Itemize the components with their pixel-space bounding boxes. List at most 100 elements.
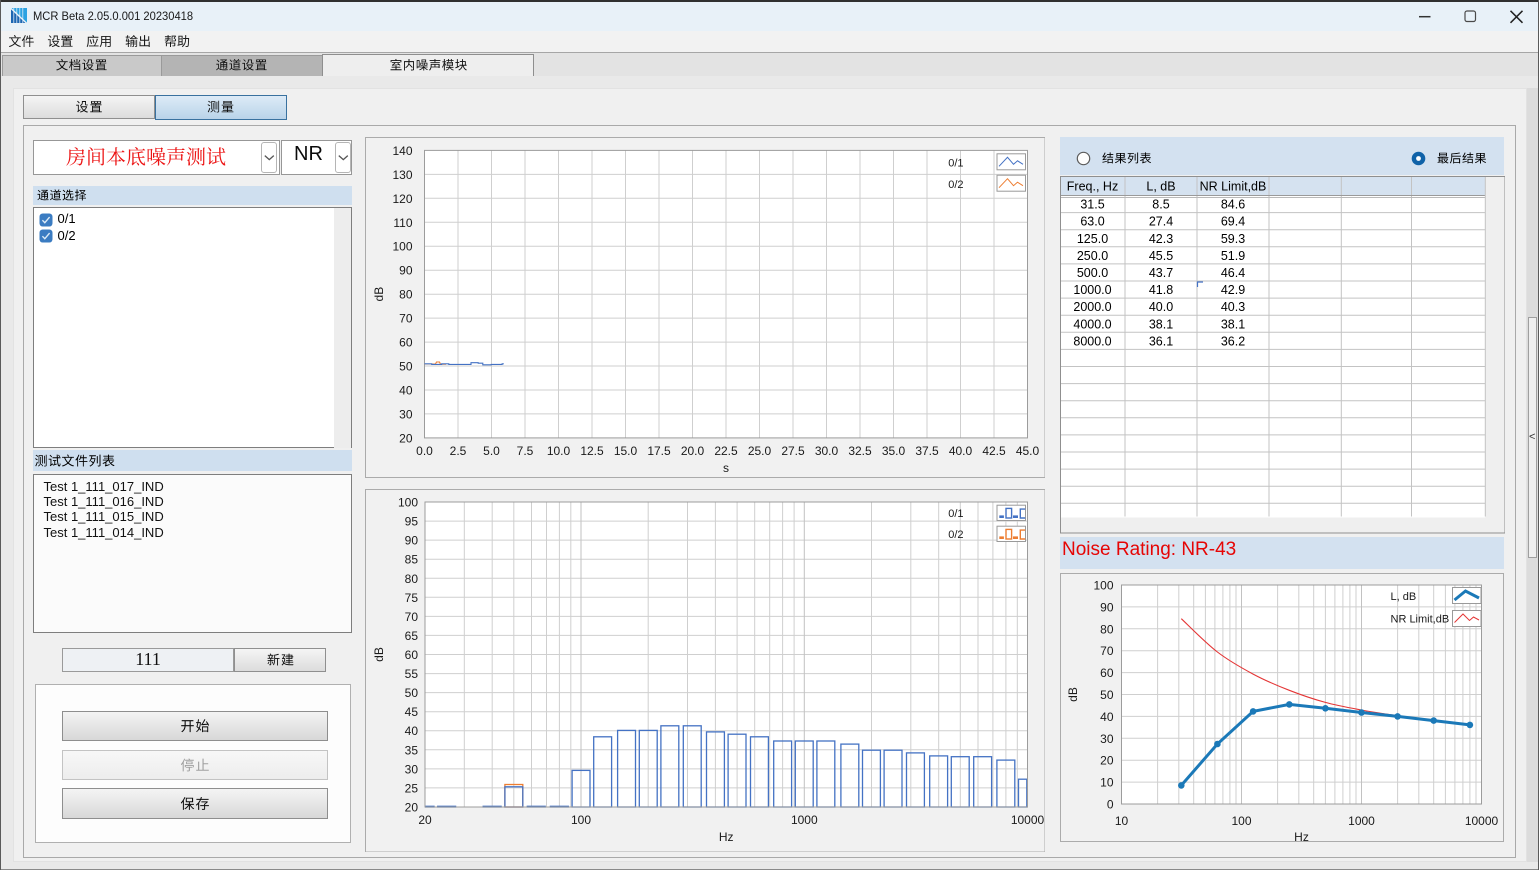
svg-text:10000: 10000 bbox=[1010, 813, 1044, 827]
svg-text:35: 35 bbox=[404, 743, 418, 757]
svg-text:Hz: Hz bbox=[1294, 830, 1309, 842]
svg-text:65: 65 bbox=[404, 628, 418, 642]
svg-text:50: 50 bbox=[404, 686, 418, 700]
svg-text:1000.0: 1000.0 bbox=[1073, 283, 1111, 297]
svg-text:60: 60 bbox=[1100, 666, 1114, 680]
svg-text:40: 40 bbox=[404, 724, 418, 738]
svg-text:1000: 1000 bbox=[790, 813, 817, 827]
svg-text:55: 55 bbox=[404, 667, 418, 681]
svg-text:37.5: 37.5 bbox=[915, 443, 939, 457]
svg-text:30: 30 bbox=[1100, 731, 1114, 745]
svg-text:35.0: 35.0 bbox=[881, 443, 905, 457]
svg-text:75: 75 bbox=[404, 590, 418, 604]
svg-text:40.0: 40.0 bbox=[1148, 300, 1172, 314]
svg-text:15.0: 15.0 bbox=[613, 443, 637, 457]
svg-text:27.4: 27.4 bbox=[1148, 215, 1172, 229]
svg-text:17.5: 17.5 bbox=[647, 443, 671, 457]
svg-text:31.5: 31.5 bbox=[1080, 198, 1104, 212]
svg-text:90: 90 bbox=[404, 533, 418, 547]
svg-text:L, dB: L, dB bbox=[1390, 591, 1416, 603]
svg-text:Freq., Hz: Freq., Hz bbox=[1066, 180, 1117, 194]
svg-text:36.1: 36.1 bbox=[1148, 334, 1172, 348]
svg-text:100: 100 bbox=[1231, 814, 1251, 828]
svg-text:22.5: 22.5 bbox=[714, 443, 738, 457]
svg-text:8000.0: 8000.0 bbox=[1073, 334, 1111, 348]
svg-text:20.0: 20.0 bbox=[680, 443, 704, 457]
svg-text:125.0: 125.0 bbox=[1076, 232, 1107, 246]
svg-text:dB: dB bbox=[1066, 687, 1080, 702]
svg-text:70: 70 bbox=[404, 609, 418, 623]
svg-text:dB: dB bbox=[372, 286, 386, 301]
svg-text:Hz: Hz bbox=[718, 830, 733, 844]
svg-text:10: 10 bbox=[1100, 775, 1114, 789]
svg-text:40.3: 40.3 bbox=[1220, 300, 1244, 314]
svg-text:120: 120 bbox=[392, 191, 412, 205]
svg-text:dB: dB bbox=[372, 647, 386, 662]
svg-text:110: 110 bbox=[393, 215, 412, 229]
svg-text:7.5: 7.5 bbox=[516, 443, 533, 457]
svg-text:4000.0: 4000.0 bbox=[1073, 317, 1111, 331]
svg-text:40: 40 bbox=[1100, 709, 1114, 723]
svg-text:45.0: 45.0 bbox=[1015, 443, 1039, 457]
svg-text:100: 100 bbox=[397, 495, 417, 509]
svg-text:NR Limit,dB: NR Limit,dB bbox=[1390, 613, 1449, 625]
svg-text:0/2: 0/2 bbox=[948, 178, 963, 190]
svg-text:5.0: 5.0 bbox=[483, 443, 500, 457]
svg-text:10.0: 10.0 bbox=[546, 443, 570, 457]
svg-text:0/1: 0/1 bbox=[948, 157, 963, 169]
svg-text:63.0: 63.0 bbox=[1080, 215, 1104, 229]
svg-text:70: 70 bbox=[1100, 644, 1114, 658]
svg-text:95: 95 bbox=[404, 514, 418, 528]
svg-text:43.7: 43.7 bbox=[1148, 266, 1172, 280]
svg-text:41.8: 41.8 bbox=[1148, 283, 1172, 297]
svg-text:0.0: 0.0 bbox=[416, 443, 433, 457]
svg-text:30.0: 30.0 bbox=[814, 443, 838, 457]
svg-text:69.4: 69.4 bbox=[1220, 215, 1244, 229]
svg-text:50: 50 bbox=[1100, 688, 1114, 702]
svg-text:100: 100 bbox=[570, 813, 590, 827]
svg-text:42.5: 42.5 bbox=[982, 443, 1006, 457]
svg-text:s: s bbox=[723, 460, 729, 474]
svg-text:20: 20 bbox=[404, 800, 418, 814]
svg-text:40: 40 bbox=[399, 383, 413, 397]
svg-text:20: 20 bbox=[399, 431, 413, 445]
svg-text:L, dB: L, dB bbox=[1146, 180, 1175, 194]
svg-text:0/1: 0/1 bbox=[948, 508, 963, 520]
svg-text:45: 45 bbox=[404, 705, 418, 719]
svg-text:100: 100 bbox=[1093, 578, 1113, 592]
svg-text:25.0: 25.0 bbox=[747, 443, 771, 457]
svg-text:30: 30 bbox=[404, 762, 418, 776]
svg-text:10: 10 bbox=[1114, 814, 1128, 828]
svg-text:80: 80 bbox=[404, 571, 418, 585]
svg-text:84.6: 84.6 bbox=[1220, 198, 1244, 212]
svg-text:60: 60 bbox=[399, 335, 413, 349]
svg-text:90: 90 bbox=[1100, 600, 1114, 614]
svg-text:NR Limit,dB: NR Limit,dB bbox=[1199, 180, 1266, 194]
svg-text:10000: 10000 bbox=[1464, 814, 1498, 828]
svg-text:36.2: 36.2 bbox=[1220, 334, 1244, 348]
svg-text:38.1: 38.1 bbox=[1148, 317, 1172, 331]
svg-text:85: 85 bbox=[404, 552, 418, 566]
svg-text:42.9: 42.9 bbox=[1220, 283, 1244, 297]
svg-text:59.3: 59.3 bbox=[1220, 232, 1244, 246]
svg-text:250.0: 250.0 bbox=[1076, 249, 1107, 263]
svg-text:0: 0 bbox=[1106, 797, 1113, 811]
svg-text:50: 50 bbox=[399, 359, 413, 373]
svg-text:130: 130 bbox=[392, 167, 412, 181]
svg-text:80: 80 bbox=[399, 287, 413, 301]
svg-text:2000.0: 2000.0 bbox=[1073, 300, 1111, 314]
svg-text:51.9: 51.9 bbox=[1220, 249, 1244, 263]
svg-text:8.5: 8.5 bbox=[1152, 198, 1169, 212]
svg-text:27.5: 27.5 bbox=[781, 443, 805, 457]
svg-text:80: 80 bbox=[1100, 622, 1114, 636]
svg-text:500.0: 500.0 bbox=[1076, 266, 1107, 280]
svg-text:32.5: 32.5 bbox=[848, 443, 872, 457]
svg-text:60: 60 bbox=[404, 648, 418, 662]
svg-text:140: 140 bbox=[392, 143, 412, 157]
svg-text:45.5: 45.5 bbox=[1148, 249, 1172, 263]
svg-text:30: 30 bbox=[399, 407, 413, 421]
svg-text:2.5: 2.5 bbox=[449, 443, 466, 457]
svg-text:70: 70 bbox=[399, 311, 413, 325]
svg-text:42.3: 42.3 bbox=[1148, 232, 1172, 246]
svg-text:12.5: 12.5 bbox=[580, 443, 604, 457]
